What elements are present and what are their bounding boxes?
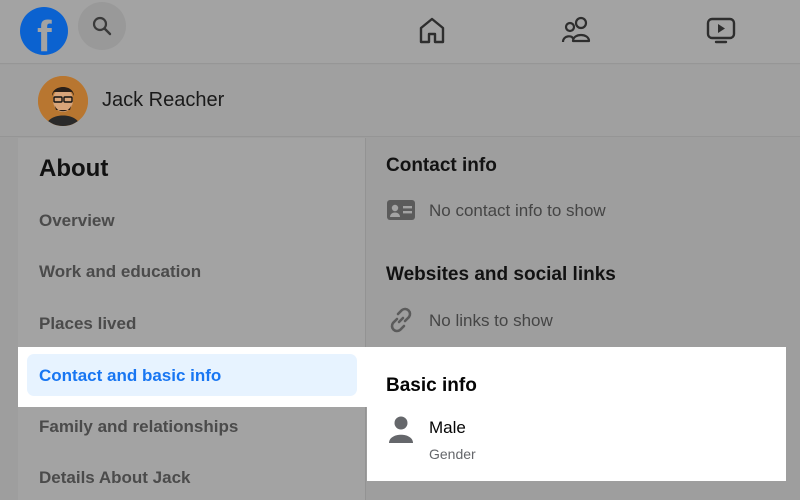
about-title: About	[39, 155, 109, 182]
avatar[interactable]	[38, 76, 88, 126]
gender-value: Male	[429, 418, 466, 437]
link-icon	[386, 305, 416, 335]
home-tab[interactable]	[414, 12, 450, 48]
basic-info-card: Basic info Male Gender	[367, 347, 786, 481]
watch-tab[interactable]	[703, 12, 739, 48]
menu-item-work-education[interactable]: Work and education	[39, 262, 201, 282]
video-icon	[706, 17, 736, 44]
basic-info-title: Basic info	[386, 375, 477, 396]
menu-item-family-relationships[interactable]: Family and relationships	[39, 417, 238, 437]
contact-info-title: Contact info	[386, 155, 497, 176]
menu-item-overview[interactable]: Overview	[39, 211, 115, 231]
menu-item-label: Contact and basic info	[39, 366, 222, 385]
menu-item-places-lived[interactable]: Places lived	[39, 314, 136, 334]
no-links-text: No links to show	[429, 311, 553, 330]
active-item-highlight: Contact and basic info	[18, 347, 367, 407]
person-icon	[389, 416, 413, 443]
id-card-icon	[386, 195, 416, 225]
profile-name[interactable]: Jack Reacher	[102, 89, 224, 112]
search-button[interactable]	[78, 2, 126, 50]
search-icon	[92, 16, 112, 36]
menu-item-contact-basic-info[interactable]: Contact and basic info	[27, 354, 357, 396]
avatar-image	[38, 76, 88, 126]
home-icon	[419, 17, 445, 44]
gender-label: Gender	[429, 446, 476, 462]
profile-header: Jack Reacher	[0, 65, 800, 137]
top-nav: f	[0, 0, 800, 64]
friends-tab[interactable]	[559, 12, 595, 48]
facebook-logo[interactable]: f	[20, 7, 68, 55]
no-contact-info-text: No contact info to show	[429, 201, 606, 220]
menu-item-details-about[interactable]: Details About Jack	[39, 468, 190, 488]
about-sidebar: About Overview Work and education Places…	[18, 138, 366, 500]
friends-icon	[561, 16, 591, 43]
websites-title: Websites and social links	[386, 264, 616, 285]
